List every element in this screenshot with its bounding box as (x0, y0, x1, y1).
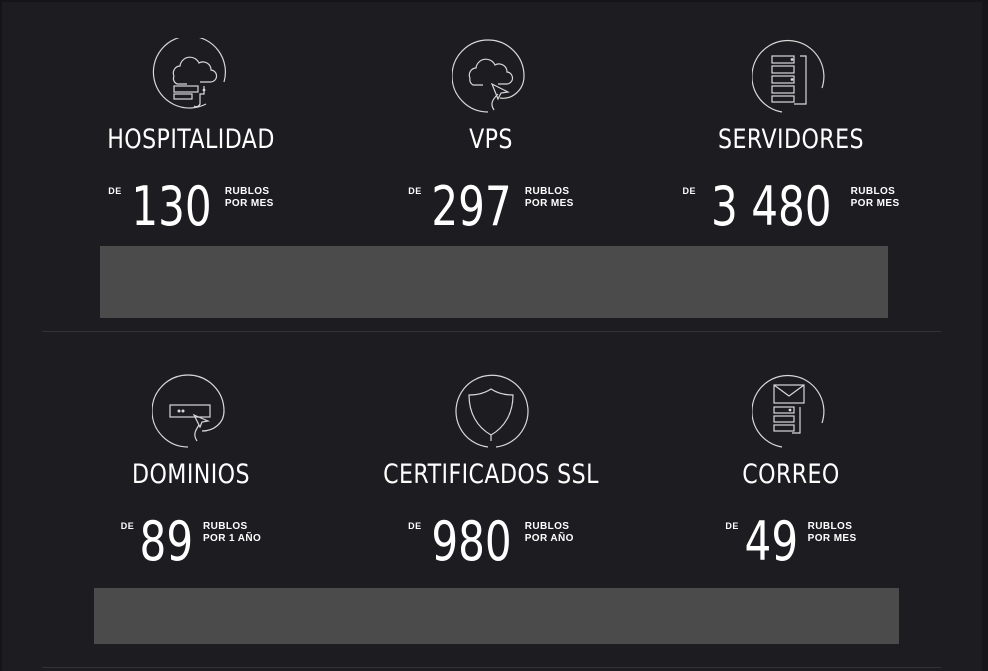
price-prefix: DE (120, 521, 135, 531)
mail-server-icon (752, 373, 830, 451)
price-unit: RUBLOS POR MES (225, 186, 274, 210)
product-title: HOSPITALIDAD (107, 124, 275, 155)
cloud-server-icon (152, 38, 230, 116)
products-row-1: HOSPITALIDAD DE 130 RUBLOS POR MES VPS D… (0, 0, 988, 332)
price-unit-line: POR AÑO (524, 533, 574, 544)
price-unit-line: POR 1 AÑO (202, 533, 262, 544)
price-prefix: DE (108, 186, 122, 196)
price-prefix: DE (408, 521, 422, 531)
price-unit: RUBLOS POR MES (808, 521, 857, 545)
price-block: DE 3 480 RUBLOS POR MES (641, 180, 941, 234)
server-rack-icon (752, 38, 830, 116)
price-unit: RUBLOS POR AÑO (525, 521, 574, 545)
product-title: SERVIDORES (718, 124, 864, 155)
price-value: 980 (430, 510, 512, 573)
price-value: 89 (139, 510, 194, 573)
shield-icon (452, 373, 530, 451)
price-unit-line: RUBLOS (524, 186, 570, 197)
price-value: 130 (131, 175, 212, 238)
price-unit-line: POR MES (224, 198, 274, 209)
product-title: DOMINIOS (132, 459, 250, 490)
products-row-2: DOMINIOS DE 89 RUBLOS POR 1 AÑO CERTIFIC… (0, 332, 988, 671)
product-card-ssl[interactable]: CERTIFICADOS SSL DE 980 RUBLOS POR AÑO (341, 335, 641, 581)
price-block: DE 89 RUBLOS POR 1 AÑO (41, 515, 341, 569)
price-value: 3 480 (711, 175, 832, 238)
cloud-cursor-icon (452, 38, 530, 116)
price-block: DE 130 RUBLOS POR MES (41, 180, 341, 234)
price-block: DE 980 RUBLOS POR AÑO (341, 515, 641, 569)
price-block: DE 49 RUBLOS POR MES (641, 515, 941, 569)
product-title: CERTIFICADOS SSL (383, 459, 599, 490)
price-block: DE 297 RUBLOS POR MES (341, 180, 641, 234)
product-title: CORREO (742, 459, 840, 490)
product-card-domains[interactable]: DOMINIOS DE 89 RUBLOS POR 1 AÑO (41, 335, 341, 581)
image-placeholder (94, 588, 899, 644)
price-unit: RUBLOS POR MES (525, 186, 574, 210)
image-placeholder (100, 246, 888, 318)
price-unit-line: RUBLOS (850, 186, 896, 197)
price-value: 297 (431, 175, 512, 238)
product-card-mail[interactable]: CORREO DE 49 RUBLOS POR MES (641, 335, 941, 581)
section-divider (42, 667, 941, 668)
price-prefix: DE (725, 521, 739, 531)
product-card-hosting[interactable]: HOSPITALIDAD DE 130 RUBLOS POR MES (41, 0, 341, 246)
price-prefix: DE (682, 186, 696, 196)
price-unit: RUBLOS POR 1 AÑO (203, 521, 261, 545)
price-unit-line: RUBLOS (807, 521, 853, 532)
price-unit: RUBLOS POR MES (851, 186, 900, 210)
price-unit-line: POR MES (524, 198, 574, 209)
price-unit-line: RUBLOS (224, 186, 270, 197)
product-card-vps[interactable]: VPS DE 297 RUBLOS POR MES (341, 0, 641, 246)
price-unit-line: POR MES (850, 198, 900, 209)
price-unit-line: RUBLOS (202, 521, 248, 532)
product-card-servers[interactable]: SERVIDORES DE 3 480 RUBLOS POR MES (641, 0, 941, 246)
price-unit-line: RUBLOS (524, 521, 570, 532)
price-unit-line: POR MES (807, 533, 857, 544)
price-value: 49 (744, 510, 799, 573)
domain-cursor-icon (152, 373, 230, 451)
product-title: VPS (469, 124, 513, 155)
price-prefix: DE (408, 186, 422, 196)
